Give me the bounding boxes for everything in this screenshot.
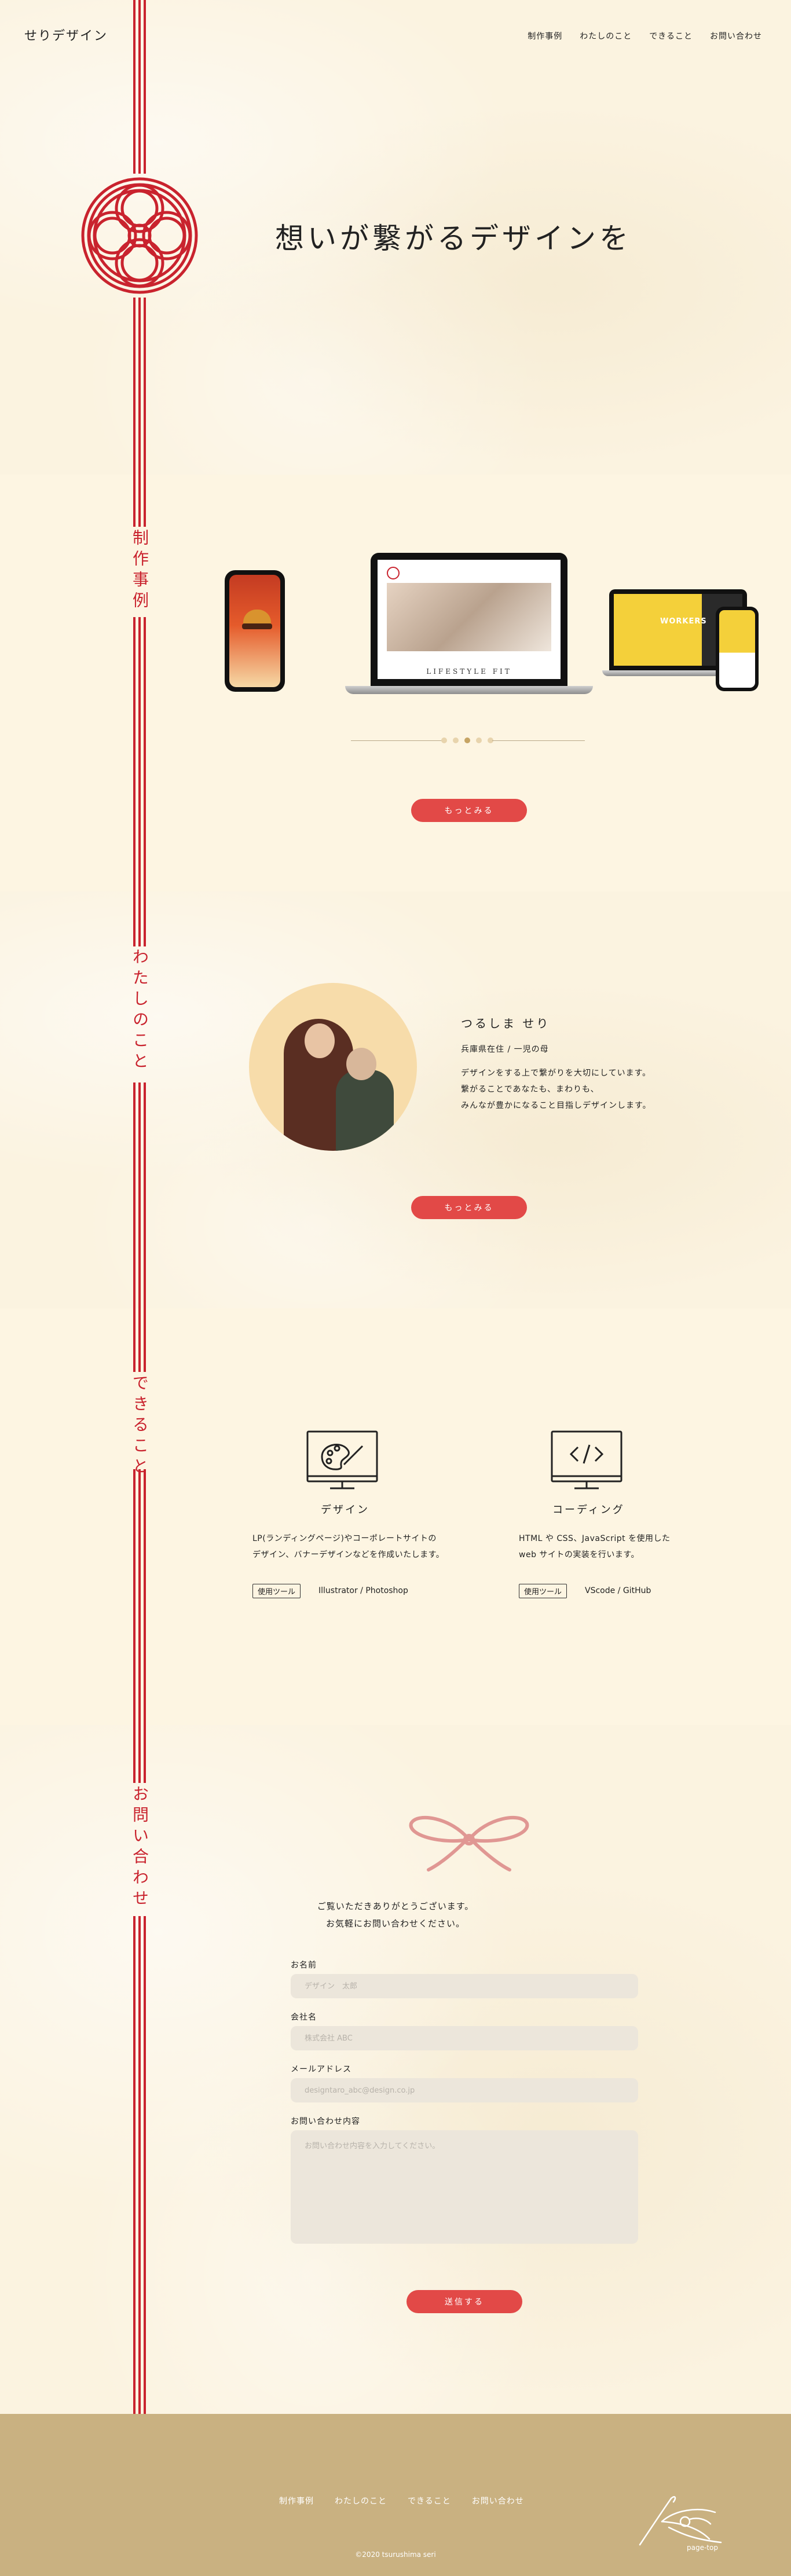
works-more-button[interactable]: もっとみる xyxy=(411,799,527,822)
profile-description: デザインをする上で繋がりを大切にしています。 繋がることであなたも、まわりも、 … xyxy=(461,1065,651,1114)
skills-section: できること xyxy=(0,1308,791,1725)
name-field[interactable] xyxy=(291,1974,638,1998)
laptop-hero-photo xyxy=(387,583,551,651)
slider-dot[interactable] xyxy=(441,737,447,743)
tools-tag: 使用ツール xyxy=(519,1584,567,1598)
work-phone2-mockup[interactable] xyxy=(716,607,759,691)
message-field[interactable] xyxy=(291,2130,638,2244)
works-slider-pagination xyxy=(351,736,585,746)
about-vertical-label: わたしのこと xyxy=(130,948,149,1073)
skill-desc-line: LP(ランディングページ)やコーポレートサイトの xyxy=(252,1534,437,1543)
nav-skills[interactable]: できること xyxy=(649,30,693,42)
email-field[interactable] xyxy=(291,2078,638,2102)
company-field[interactable] xyxy=(291,2026,638,2050)
profile-desc-line: みんなが豊かになること目指しデザインします。 xyxy=(461,1101,651,1110)
company-label: 会社名 xyxy=(291,2013,317,2022)
code-monitor-icon xyxy=(551,1430,622,1489)
contact-message: ご覧いただきありがとうございます。 お気軽にお問い合わせください。 xyxy=(0,1898,791,1932)
hero-section: 想いが繋がるデザインを xyxy=(0,0,791,475)
nav-works[interactable]: 制作事例 xyxy=(528,30,562,42)
cord-contact-top xyxy=(133,1725,146,1783)
palette-monitor-icon xyxy=(306,1430,378,1489)
profile-meta: 兵庫県在住 / 一児の母 xyxy=(461,1045,549,1054)
contact-message-line: お気軽にお問い合わせください。 xyxy=(325,1918,465,1929)
about-more-button[interactable]: もっとみる xyxy=(411,1196,527,1219)
skill-title: コーディング xyxy=(552,1504,625,1516)
submit-button[interactable]: 送信する xyxy=(407,2290,522,2313)
contact-vertical-label: お問い合わせ xyxy=(130,1785,149,1910)
slider-dot-active[interactable] xyxy=(464,737,470,743)
work-phone-mockup[interactable] xyxy=(225,570,285,692)
cord-works-top xyxy=(133,475,146,527)
footer-nav-skills[interactable]: できること xyxy=(408,2495,451,2507)
works-vertical-label: 制作事例 xyxy=(130,529,149,612)
hero-title: 想いが繋がるデザインを xyxy=(275,222,632,255)
site-logo-mark-icon xyxy=(387,567,400,579)
work-laptop-mockup[interactable]: LIFESTYLE FIT xyxy=(371,553,567,686)
tools-tag: 使用ツール xyxy=(252,1584,301,1598)
profile-desc-line: 繋がることであなたも、まわりも、 xyxy=(461,1085,599,1094)
skill-tools: VScode / GitHub xyxy=(585,1586,651,1595)
ribbon-bow-icon xyxy=(409,1815,529,1872)
skill-desc-line: web サイトの実装を行います。 xyxy=(519,1550,639,1559)
site-logo[interactable]: せりデザイン xyxy=(24,25,108,44)
main-nav: 制作事例 わたしのこと できること お問い合わせ xyxy=(528,30,762,42)
laptop-site-title: LIFESTYLE FIT xyxy=(426,667,512,676)
profile-photo xyxy=(249,983,417,1151)
cord-skills-top xyxy=(133,1308,146,1372)
email-label: メールアドレス xyxy=(291,2065,351,2074)
skill-description: HTML や CSS、JavaScript を使用した web サイトの実装を行… xyxy=(519,1531,671,1563)
skill-description: LP(ランディングページ)やコーポレートサイトの デザイン、バナーデザインなどを… xyxy=(252,1531,444,1563)
nav-contact[interactable]: お問い合わせ xyxy=(710,30,762,42)
contact-message-line: ご覧いただきありがとうございます。 xyxy=(317,1901,474,1911)
skills-vertical-label: できること xyxy=(130,1374,149,1478)
profile-name: つるしま せり xyxy=(461,1017,551,1030)
cord-skills-bottom xyxy=(133,1469,146,1725)
cord-works-bottom xyxy=(133,617,146,891)
laptop-base xyxy=(345,686,593,694)
footer-nav: 制作事例 わたしのこと できること お問い合わせ xyxy=(279,2495,524,2507)
message-label: お問い合わせ内容 xyxy=(291,2117,360,2126)
laptop2-site-title: WORKERS xyxy=(660,617,707,626)
cord-about-top xyxy=(133,891,146,946)
site-header: せりデザイン 制作事例 わたしのこと できること お問い合わせ xyxy=(0,0,791,69)
nav-about[interactable]: わたしのこと xyxy=(580,30,632,42)
slider-dot[interactable] xyxy=(453,737,459,743)
cord-hero-bottom xyxy=(133,298,146,475)
slider-dot[interactable] xyxy=(476,737,482,743)
footer-nav-contact[interactable]: お問い合わせ xyxy=(472,2495,524,2507)
name-label: お名前 xyxy=(291,1961,317,1970)
cord-contact-bottom xyxy=(133,1916,146,2414)
footer-nav-works[interactable]: 制作事例 xyxy=(279,2495,314,2507)
skill-desc-line: HTML や CSS、JavaScript を使用した xyxy=(519,1534,671,1543)
skill-title: デザイン xyxy=(321,1504,369,1516)
skill-desc-line: デザイン、バナーデザインなどを作成いたします。 xyxy=(252,1550,445,1559)
footer-nav-about[interactable]: わたしのこと xyxy=(335,2495,387,2507)
copyright: ©2020 tsurushima seri xyxy=(355,2551,436,2559)
profile-desc-line: デザインをする上で繋がりを大切にしています。 xyxy=(461,1069,651,1078)
mizuhiki-knot-icon xyxy=(81,177,198,294)
contact-section: お問い合わせ xyxy=(0,1725,791,2414)
skill-tools: Illustrator / Photoshop xyxy=(318,1586,408,1595)
cord-about-bottom xyxy=(133,1082,146,1308)
